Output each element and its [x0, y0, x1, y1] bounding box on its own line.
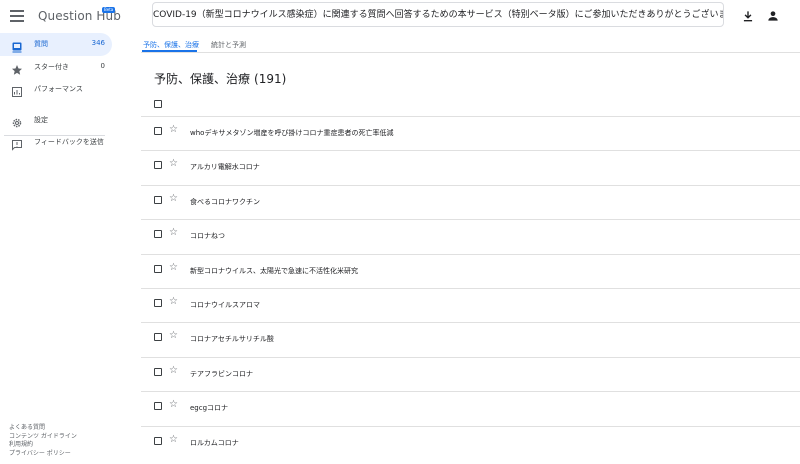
question-row[interactable]: ☆ ロルカムコロナ: [141, 425, 800, 460]
sidebar-item-starred[interactable]: スター付き 0: [0, 56, 112, 79]
tab-bar: 予防、保護、治療 統計と予測: [141, 32, 800, 53]
active-tab-indicator: [142, 50, 197, 52]
footer-link-privacy[interactable]: プライバシー ポリシー: [9, 450, 77, 459]
page-title-count: (191): [254, 72, 287, 86]
page-title: 予防、保護、治療 (191): [154, 70, 286, 87]
row-checkbox[interactable]: [154, 367, 162, 376]
star-icon[interactable]: ☆: [169, 262, 178, 274]
question-text[interactable]: ロルカムコロナ: [190, 438, 239, 448]
star-icon[interactable]: ☆: [169, 365, 178, 377]
sidebar-item-performance[interactable]: パフォーマンス: [0, 78, 112, 101]
question-row[interactable]: ☆ 新型コロナウイルス、太陽光で急速に不活性化米研究: [141, 253, 800, 288]
star-icon[interactable]: ☆: [169, 399, 178, 411]
sidebar-item-label: スター付き: [34, 63, 69, 71]
top-app-bar: Question Hub Beta COVID-19（新型コロナウイルス感染症）…: [0, 0, 800, 32]
sidebar-item-count: 0: [100, 62, 105, 70]
question-text[interactable]: egcgコロナ: [190, 403, 228, 413]
sidebar-item-label: パフォーマンス: [34, 85, 83, 93]
row-checkbox[interactable]: [154, 264, 162, 273]
tab-prevention[interactable]: 予防、保護、治療: [143, 40, 199, 50]
question-text[interactable]: コロナウイルスアロマ: [190, 300, 260, 310]
sidebar-item-label: フィードバックを送信: [34, 138, 104, 146]
question-row[interactable]: ☆ egcgコロナ: [141, 391, 800, 425]
question-row[interactable]: ☆ whoデキサメタゾン増産を呼び掛けコロナ重症患者の死亡率低減: [141, 116, 800, 150]
question-row[interactable]: ☆ コロナウイルスアロマ: [141, 288, 800, 322]
question-text[interactable]: テアフラビンコロナ: [190, 369, 253, 379]
question-text[interactable]: 新型コロナウイルス、太陽光で急速に不活性化米研究: [190, 266, 358, 276]
star-icon[interactable]: ☆: [169, 193, 178, 205]
row-checkbox[interactable]: [154, 333, 162, 342]
inbox-icon: [11, 38, 23, 53]
footer-link-guidelines[interactable]: コンテンツ ガイドライン: [9, 433, 77, 442]
footer-link-terms[interactable]: 利用規約: [9, 441, 77, 450]
footer-links: よくある質問 コンテンツ ガイドライン 利用規約 プライバシー ポリシー: [9, 424, 77, 458]
sidebar: 質問 346 スター付き 0 パフォーマンス 設定 フィードバックを送信 よくあ…: [0, 32, 112, 464]
settings-icon: [11, 114, 23, 128]
footer-link-faq[interactable]: よくある質問: [9, 424, 77, 433]
question-text[interactable]: 食べるコロナワクチン: [190, 197, 260, 207]
row-checkbox[interactable]: [154, 127, 162, 135]
sidebar-item-feedback[interactable]: フィードバックを送信: [0, 131, 112, 154]
star-icon[interactable]: ☆: [169, 158, 178, 170]
page-title-text: 予防、保護、治療: [154, 72, 251, 86]
question-text[interactable]: コロナアセチルサリチル酸: [190, 334, 274, 344]
question-text[interactable]: アルカリ電解水コロナ: [190, 162, 260, 172]
sidebar-item-count: 346: [91, 39, 105, 47]
sidebar-item-label: 設定: [34, 116, 48, 124]
question-row[interactable]: ☆ アルカリ電解水コロナ: [141, 150, 800, 184]
feedback-icon: [11, 136, 23, 151]
question-row[interactable]: ☆ コロナアセチルサリチル酸: [141, 322, 800, 356]
question-row[interactable]: ☆ コロナねつ: [141, 219, 800, 253]
tab-statistics[interactable]: 統計と予測: [211, 40, 246, 50]
account-icon[interactable]: [766, 8, 780, 22]
sidebar-item-questions[interactable]: 質問 346: [0, 33, 112, 56]
question-row[interactable]: ☆ 食べるコロナワクチン: [141, 184, 800, 219]
row-checkbox[interactable]: [154, 299, 162, 307]
row-checkbox[interactable]: [154, 230, 162, 239]
announcement-banner: COVID-19（新型コロナウイルス感染症）に関連する質問へ回答するための本サー…: [152, 2, 724, 27]
row-checkbox[interactable]: [154, 436, 162, 445]
download-icon[interactable]: [741, 8, 755, 22]
question-row[interactable]: ☆ テアフラビンコロナ: [141, 356, 800, 391]
sidebar-item-settings[interactable]: 設定: [0, 109, 112, 132]
star-icon[interactable]: ☆: [169, 434, 178, 446]
beta-badge: Beta: [102, 7, 116, 13]
menu-icon[interactable]: [10, 10, 24, 22]
question-text[interactable]: whoデキサメタゾン増産を呼び掛けコロナ重症患者の死亡率低減: [190, 128, 393, 138]
select-all-checkbox[interactable]: [154, 100, 162, 108]
sidebar-item-label: 質問: [34, 40, 48, 48]
star-icon[interactable]: ☆: [169, 227, 178, 239]
star-icon[interactable]: ☆: [169, 124, 178, 136]
chart-icon: [11, 83, 23, 97]
row-checkbox[interactable]: [154, 161, 162, 170]
main-content: 予防、保護、治療 統計と予測 予防、保護、治療 (191) ☆ whoデキサメタゾ…: [141, 32, 800, 464]
question-text[interactable]: コロナねつ: [190, 231, 225, 241]
row-checkbox[interactable]: [154, 195, 162, 204]
star-icon: [11, 61, 23, 75]
star-icon[interactable]: ☆: [169, 296, 178, 308]
star-icon[interactable]: ☆: [169, 330, 178, 342]
row-checkbox[interactable]: [154, 402, 162, 411]
